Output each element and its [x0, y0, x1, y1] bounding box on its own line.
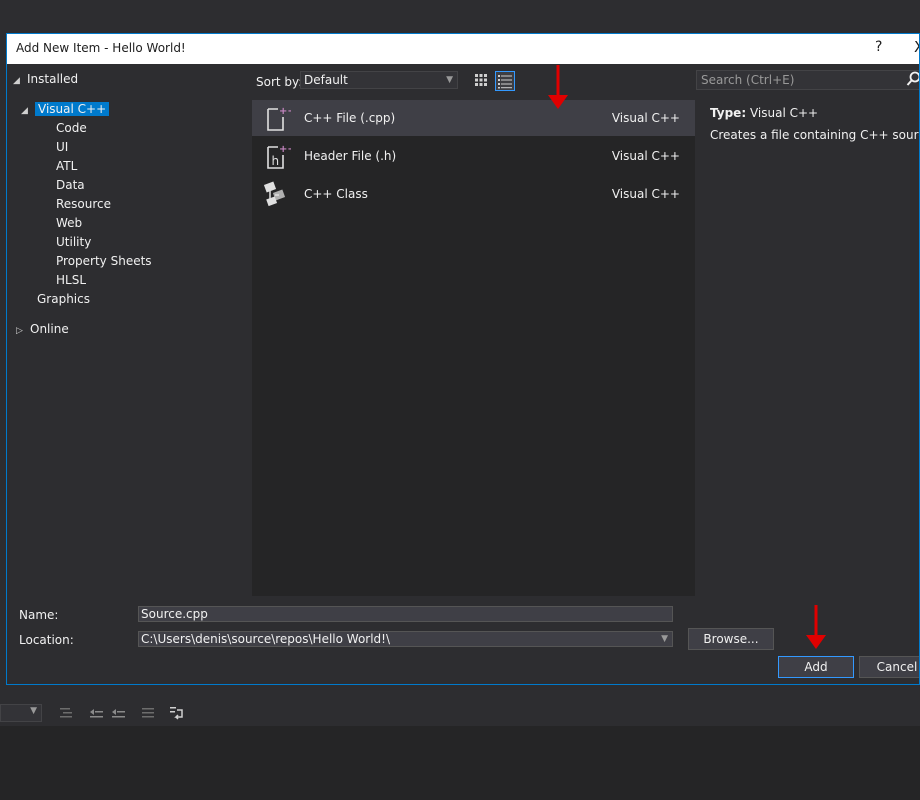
expanded-triangle-icon[interactable]: ◢	[13, 72, 27, 90]
expanded-triangle-icon[interactable]: ◢	[21, 102, 35, 120]
tree-item-data[interactable]: Data	[56, 176, 85, 194]
chevron-down-icon[interactable]: ▼	[661, 632, 668, 646]
template-language: Visual C++	[611, 187, 680, 201]
template-language: Visual C++	[611, 149, 680, 163]
chevron-down-icon: ▼	[446, 75, 453, 85]
tree-item-property-sheets[interactable]: Property Sheets	[56, 252, 152, 270]
indent-left-icon[interactable]	[88, 705, 104, 721]
template-name: C++ File (.cpp)	[304, 111, 396, 125]
chevron-down-icon: ▼	[30, 706, 37, 716]
help-button[interactable]: ?	[875, 39, 882, 55]
tree-item-atl[interactable]: ATL	[56, 157, 77, 175]
word-wrap-icon[interactable]	[168, 705, 184, 721]
indent-right-icon[interactable]	[110, 705, 126, 721]
tree-item-utility[interactable]: Utility	[56, 233, 91, 251]
tree-item-graphics[interactable]: Graphics	[37, 290, 90, 308]
dialog-titlebar: Add New Item - Hello World! ? X	[7, 34, 919, 64]
sort-dropdown[interactable]: Default ▼	[300, 71, 458, 89]
close-button[interactable]: X	[914, 38, 919, 56]
tree-label: Online	[30, 322, 69, 336]
grid-view-button[interactable]	[472, 71, 492, 91]
add-button[interactable]: Add	[778, 656, 854, 678]
search-input[interactable]: Search (Ctrl+E)	[696, 70, 920, 90]
annotation-arrow-icon	[548, 65, 568, 109]
template-item-cpp-file[interactable]: ++ C++ File (.cpp) Visual C++	[252, 100, 695, 136]
template-item-cpp-class[interactable]: C++ Class Visual C++	[252, 176, 695, 212]
search-placeholder: Search (Ctrl+E)	[701, 73, 795, 87]
name-input[interactable]: Source.cpp	[138, 606, 673, 622]
list-view-button[interactable]	[495, 71, 515, 91]
tree-item-visual-cpp[interactable]: ◢ Visual C++	[21, 100, 110, 120]
template-language: Visual C++	[611, 111, 680, 125]
tree-item-resource[interactable]: Resource	[56, 195, 111, 213]
location-input[interactable]: C:\Users\denis\source\repos\Hello World!…	[138, 631, 673, 647]
svg-text:++: ++	[279, 106, 291, 117]
template-description: Creates a file containing C++ source cod…	[710, 128, 919, 142]
comment-lines-icon[interactable]	[140, 705, 156, 721]
list-view-icon	[498, 75, 512, 89]
ide-editor-toolbar: ▼	[0, 700, 920, 726]
sort-dropdown-value: Default	[304, 73, 348, 87]
name-value: Source.cpp	[141, 607, 208, 621]
grid-view-icon	[475, 74, 487, 86]
template-item-header-file[interactable]: h ++ Header File (.h) Visual C++	[252, 138, 695, 174]
cpp-class-icon	[263, 181, 286, 207]
template-type: Type: Visual C++	[710, 106, 818, 120]
collapsed-triangle-icon[interactable]: ▷	[16, 322, 30, 340]
template-name: Header File (.h)	[304, 149, 397, 163]
cancel-button[interactable]: Cancel	[859, 656, 919, 678]
tree-item-installed[interactable]: ◢ Installed	[13, 70, 78, 88]
name-label: Name:	[19, 608, 59, 622]
location-label: Location:	[19, 633, 74, 647]
tree-label-selected: Visual C++	[35, 102, 110, 116]
dialog-title: Add New Item - Hello World!	[16, 41, 186, 55]
form-area: Name: Source.cpp Location: C:\Users\deni…	[7, 596, 919, 684]
svg-text:++: ++	[279, 144, 291, 155]
tree-item-online[interactable]: ▷ Online	[16, 320, 69, 338]
add-new-item-dialog: Add New Item - Hello World! ? X ◢Install…	[6, 33, 920, 685]
tree-label: Installed	[27, 72, 79, 86]
tree-item-web[interactable]: Web	[56, 214, 82, 232]
ide-dropdown[interactable]: ▼	[0, 704, 42, 722]
browse-button[interactable]: Browse...	[688, 628, 774, 650]
template-name: C++ Class	[304, 187, 368, 201]
sort-toolbar: Sort by: Default ▼	[252, 64, 697, 100]
location-value: C:\Users\denis\source\repos\Hello World!…	[141, 632, 391, 646]
search-icon[interactable]	[906, 70, 920, 88]
ide-editor-area	[0, 726, 920, 800]
template-list: ++ C++ File (.cpp) Visual C++ h ++ Heade…	[252, 100, 695, 596]
tree-item-code[interactable]: Code	[56, 119, 87, 137]
type-value: Visual C++	[749, 106, 819, 120]
tree-item-hlsl[interactable]: HLSL	[56, 271, 86, 289]
ide-background-top	[0, 0, 920, 30]
template-details-pane: Type: Visual C++ Creates a file containi…	[696, 100, 919, 596]
tree-item-ui[interactable]: UI	[56, 138, 68, 156]
sort-by-label: Sort by:	[256, 75, 303, 89]
header-file-icon: h ++	[267, 144, 291, 169]
annotation-arrow-icon	[806, 605, 826, 649]
cpp-file-icon: ++	[267, 106, 291, 131]
outdent-icon[interactable]	[58, 705, 74, 721]
category-tree: ◢ Installed ◢ Visual C++ Code UI ATL Data …	[7, 64, 252, 596]
type-label: Type:	[710, 106, 747, 120]
svg-text:h: h	[272, 154, 280, 168]
